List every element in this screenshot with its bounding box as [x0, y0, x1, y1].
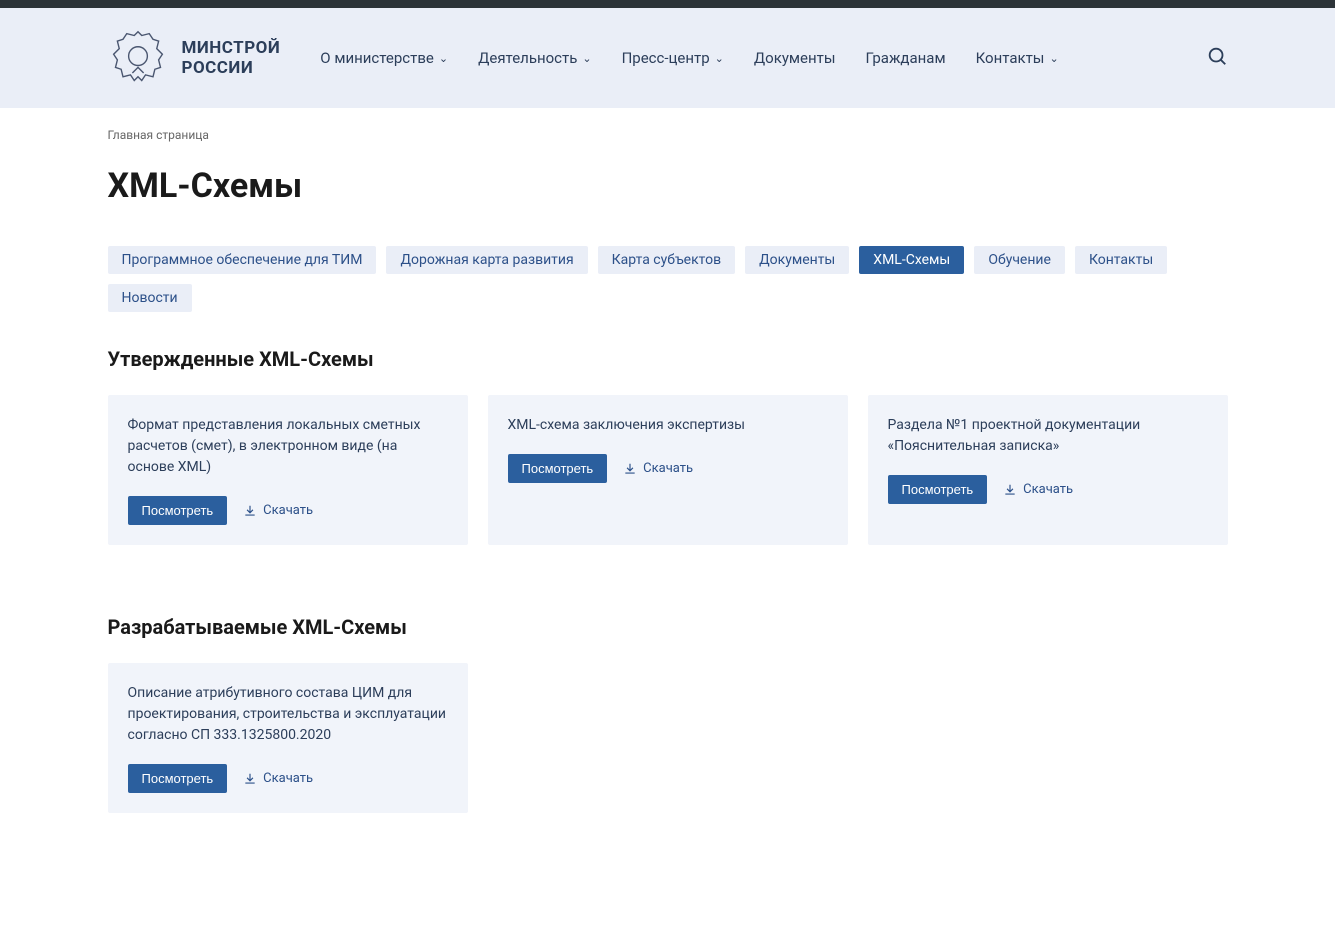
download-icon	[243, 772, 257, 786]
tab[interactable]: Дорожная карта развития	[386, 246, 587, 274]
card: Раздела №1 проектной документации «Поясн…	[868, 395, 1228, 545]
nav-item[interactable]: Документы	[754, 49, 836, 67]
download-link[interactable]: Скачать	[1003, 482, 1073, 497]
header: МИНСТРОЙ РОССИИ О министерстве⌄Деятельно…	[0, 8, 1335, 108]
tab[interactable]: Новости	[108, 284, 192, 312]
card-actions: Посмотреть Скачать	[888, 475, 1208, 504]
search-icon[interactable]	[1206, 45, 1228, 71]
nav: О министерстве ⌄ Деятельность ⌄ Пресс-центр ⌄…	[320, 49, 1165, 67]
nav-item[interactable]: Гражданам	[866, 49, 946, 67]
nav-label: О министерстве	[320, 49, 434, 67]
card-actions: Посмотреть Скачать	[128, 764, 448, 793]
topbar	[0, 0, 1335, 8]
chevron-down-icon: ⌄	[582, 52, 591, 65]
card-title: Раздела №1 проектной документации «Поясн…	[888, 415, 1208, 457]
card-actions: Посмотреть Скачать	[508, 454, 828, 483]
view-button[interactable]: Посмотреть	[508, 454, 608, 483]
nav-item[interactable]: Деятельность ⌄	[478, 49, 592, 67]
download-link[interactable]: Скачать	[243, 503, 313, 518]
view-button[interactable]: Посмотреть	[128, 496, 228, 525]
section: Разрабатываемые XML-Схемы Описание атрибу…	[108, 615, 1228, 813]
chevron-down-icon: ⌄	[439, 52, 448, 65]
nav-label: Контакты	[976, 49, 1045, 67]
cards-grid: Описание атрибутивного состава ЦИМ для п…	[108, 663, 1228, 813]
section-title: Разрабатываемые XML-Схемы	[108, 615, 1228, 639]
tab[interactable]: Контакты	[1075, 246, 1167, 274]
card: Описание атрибутивного состава ЦИМ для п…	[108, 663, 468, 813]
nav-label: Пресс-центр	[622, 49, 710, 67]
download-label: Скачать	[643, 461, 693, 476]
download-icon	[1003, 483, 1017, 497]
tab[interactable]: Документы	[745, 246, 849, 274]
tab[interactable]: Обучение	[974, 246, 1065, 274]
nav-item[interactable]: Контакты ⌄	[976, 49, 1059, 67]
logo-line1: МИНСТРОЙ	[182, 38, 281, 58]
section-title: Утвержденные XML-Схемы	[108, 347, 1228, 371]
nav-label: Документы	[754, 49, 836, 67]
view-button[interactable]: Посмотреть	[888, 475, 988, 504]
download-link[interactable]: Скачать	[623, 461, 693, 476]
cards-grid: Формат представления локальных сметных р…	[108, 395, 1228, 545]
download-icon	[243, 504, 257, 518]
tabs: Программное обеспечение для ТИМ Дорожная …	[108, 246, 1228, 312]
tab[interactable]: Программное обеспечение для ТИМ	[108, 246, 377, 274]
download-label: Скачать	[263, 771, 313, 786]
download-label: Скачать	[263, 503, 313, 518]
nav-item[interactable]: Пресс-центр ⌄	[622, 49, 724, 67]
view-button[interactable]: Посмотреть	[128, 764, 228, 793]
card: XML-схема заключения экспертизы Посмотрет…	[488, 395, 848, 545]
download-label: Скачать	[1023, 482, 1073, 497]
page-title: XML-Схемы	[108, 166, 1228, 206]
card: Формат представления локальных сметных р…	[108, 395, 468, 545]
section: Утвержденные XML-Схемы Формат представлен…	[108, 347, 1228, 545]
chevron-down-icon: ⌄	[715, 52, 724, 65]
emblem-icon	[108, 28, 168, 88]
tab[interactable]: XML-Схемы	[859, 246, 964, 274]
card-title: XML-схема заключения экспертизы	[508, 415, 828, 436]
nav-item[interactable]: О министерстве ⌄	[320, 49, 448, 67]
download-icon	[623, 462, 637, 476]
nav-label: Гражданам	[866, 49, 946, 67]
card-actions: Посмотреть Скачать	[128, 496, 448, 525]
chevron-down-icon: ⌄	[1049, 52, 1058, 65]
breadcrumb[interactable]: Главная страница	[108, 128, 1228, 142]
card-title: Формат представления локальных сметных р…	[128, 415, 448, 478]
nav-label: Деятельность	[478, 49, 577, 67]
logo[interactable]: МИНСТРОЙ РОССИИ	[108, 28, 281, 88]
download-link[interactable]: Скачать	[243, 771, 313, 786]
tab[interactable]: Карта субъектов	[598, 246, 735, 274]
logo-line2: РОССИИ	[182, 58, 281, 78]
card-title: Описание атрибутивного состава ЦИМ для п…	[128, 683, 448, 746]
